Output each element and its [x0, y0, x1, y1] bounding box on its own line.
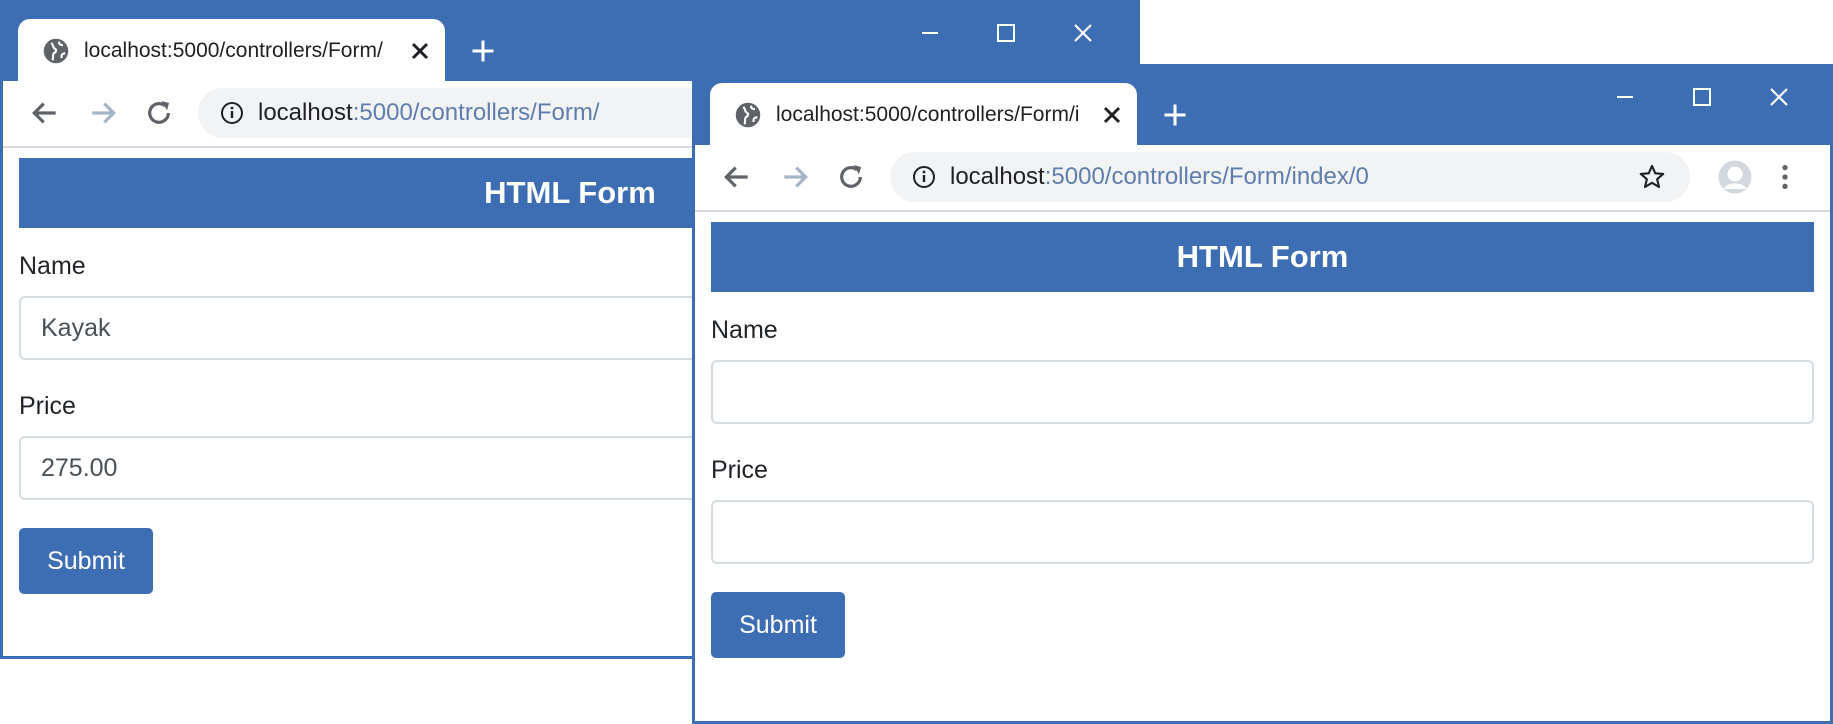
url-path: :5000/controllers/Form/index/0 — [1044, 163, 1369, 190]
price-input[interactable] — [711, 500, 1814, 564]
minimize-icon[interactable] — [918, 21, 942, 45]
tab-title: localhost:5000/controllers/Form/ — [84, 39, 383, 62]
page-content: HTML Form Name Price Submit — [711, 222, 1814, 658]
url-text: localhost:5000/controllers/Form/ — [258, 98, 600, 128]
plus-icon[interactable] — [469, 37, 497, 65]
maximize-icon[interactable] — [1690, 85, 1714, 109]
kebab-menu-icon[interactable] — [1769, 161, 1801, 193]
browser-tab[interactable]: localhost:5000/controllers/Form/i — [710, 83, 1137, 145]
url-text: localhost:5000/controllers/Form/index/0 — [950, 162, 1369, 192]
title-bar: localhost:5000/controllers/Form/i — [695, 67, 1830, 145]
reload-icon[interactable] — [835, 161, 867, 193]
close-icon[interactable] — [1071, 21, 1095, 45]
forward-arrow-icon[interactable] — [87, 97, 119, 129]
address-bar[interactable]: localhost:5000/controllers/Form/index/0 — [890, 152, 1690, 202]
info-icon[interactable] — [912, 165, 936, 189]
globe-icon — [735, 102, 761, 128]
price-label: Price — [711, 456, 768, 484]
plus-icon[interactable] — [1161, 101, 1189, 129]
close-icon[interactable] — [1100, 103, 1124, 127]
submit-button[interactable]: Submit — [711, 592, 845, 658]
name-label: Name — [711, 316, 778, 344]
back-arrow-icon[interactable] — [721, 161, 753, 193]
globe-icon — [43, 38, 69, 64]
reload-icon[interactable] — [143, 97, 175, 129]
url-path: :5000/controllers/Form/ — [352, 99, 600, 126]
submit-button[interactable]: Submit — [19, 528, 153, 594]
close-icon[interactable] — [1767, 85, 1791, 109]
url-host: localhost — [258, 99, 353, 126]
browser-window-front: localhost:5000/controllers/Form/i localh… — [692, 64, 1833, 724]
forward-arrow-icon[interactable] — [779, 161, 811, 193]
star-icon[interactable] — [1638, 163, 1666, 191]
close-icon[interactable] — [408, 39, 432, 63]
name-input[interactable] — [711, 360, 1814, 424]
toolbar: localhost:5000/controllers/Form/index/0 — [695, 145, 1830, 212]
maximize-icon[interactable] — [994, 21, 1018, 45]
browser-tab[interactable]: localhost:5000/controllers/Form/ — [18, 19, 445, 81]
back-arrow-icon[interactable] — [29, 97, 61, 129]
info-icon[interactable] — [220, 101, 244, 125]
page-heading: HTML Form — [711, 222, 1814, 292]
avatar-icon[interactable] — [1717, 159, 1753, 195]
url-host: localhost — [950, 163, 1045, 190]
tab-title: localhost:5000/controllers/Form/i — [776, 103, 1080, 126]
minimize-icon[interactable] — [1613, 85, 1637, 109]
